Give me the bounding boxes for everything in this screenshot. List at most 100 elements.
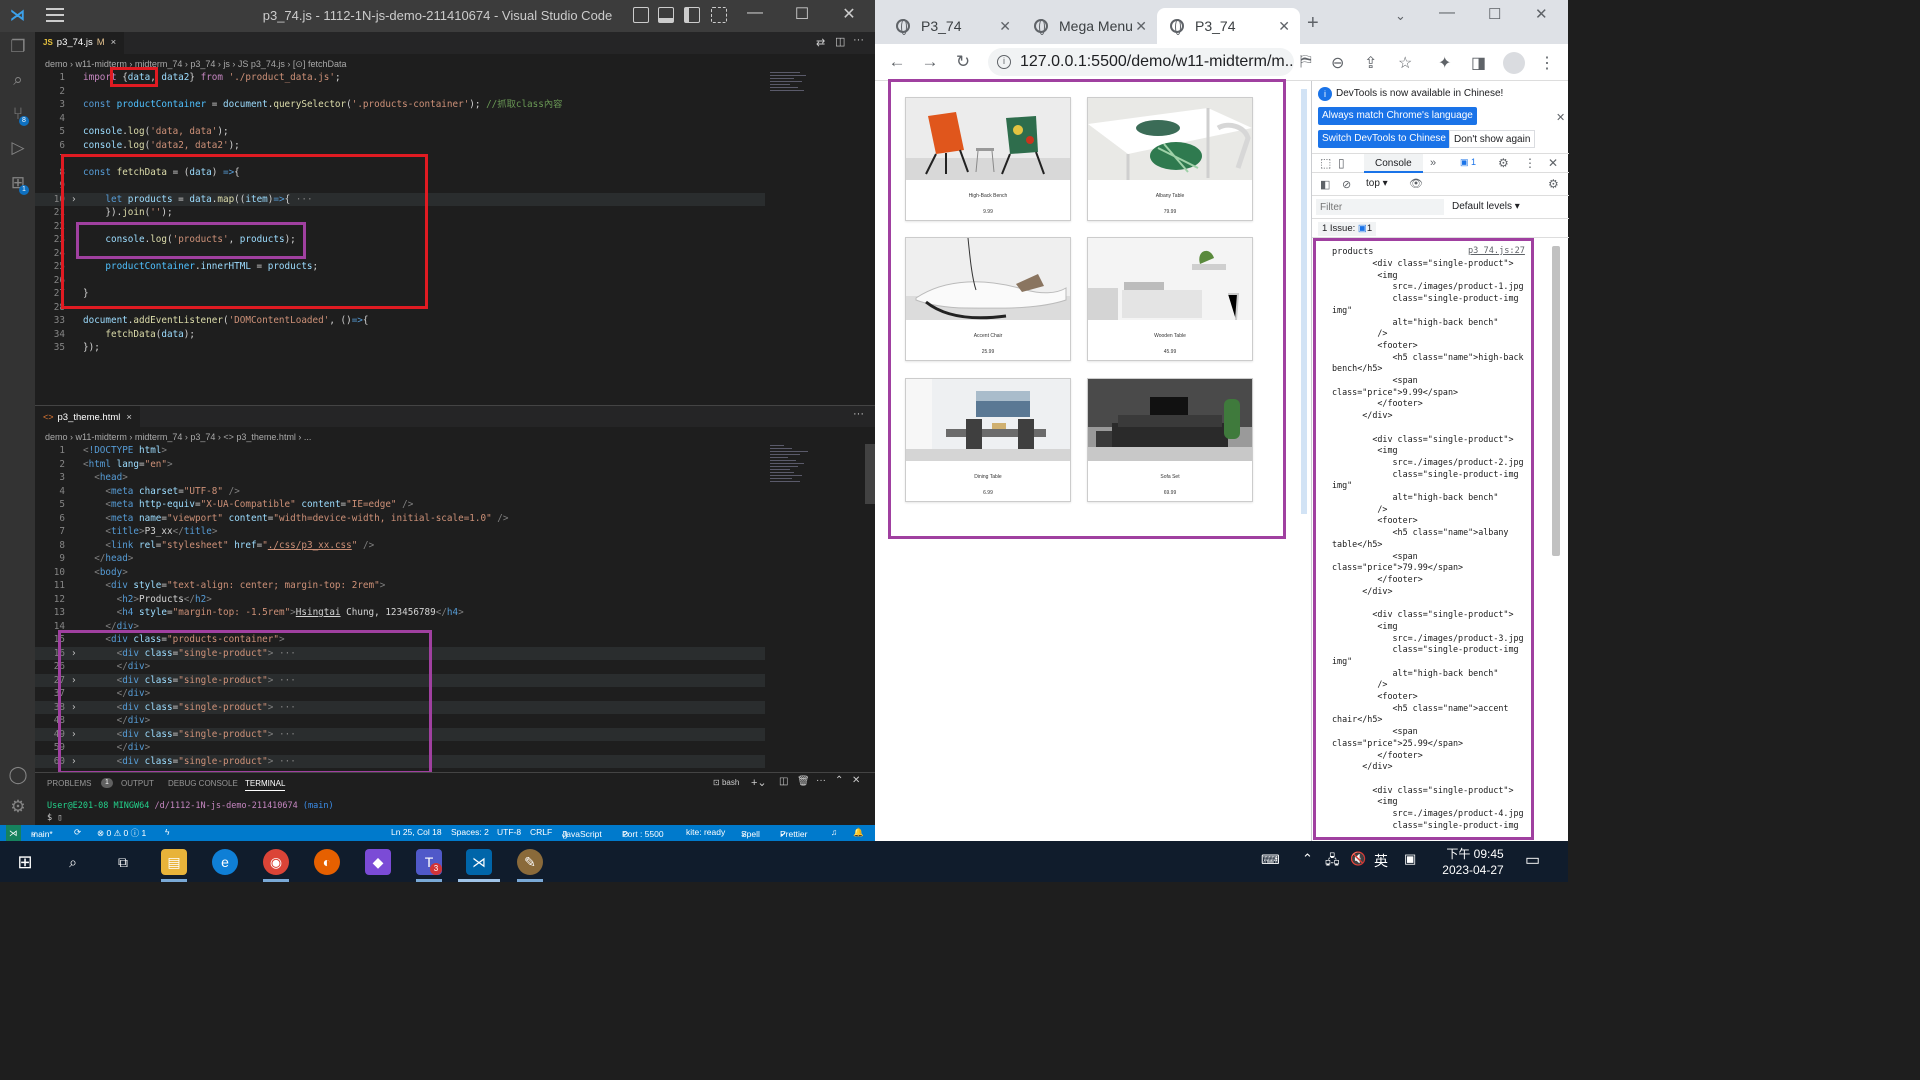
notification-center-icon[interactable]: ▭	[1525, 850, 1540, 870]
menu-icon[interactable]	[46, 8, 64, 22]
code-line[interactable]: 11 <div style="text-align: center; margi…	[35, 579, 765, 593]
vscode-taskbar-icon[interactable]: ⋊	[466, 849, 492, 875]
ime-mode-icon[interactable]: ▣	[1404, 851, 1416, 867]
more-tabs-icon[interactable]: »	[1430, 157, 1436, 169]
back-icon[interactable]: ←	[885, 52, 909, 72]
tab-problems[interactable]: PROBLEMS	[47, 779, 91, 788]
sidebar-toggle-icon[interactable]: ◧	[1320, 178, 1330, 191]
ime-indicator[interactable]: 英	[1374, 851, 1388, 871]
encoding[interactable]: UTF-8	[497, 827, 521, 837]
close-tab-icon[interactable]: ✕	[1278, 8, 1290, 44]
dont-show-again-button[interactable]: Don't show again	[1449, 130, 1536, 148]
switch-to-chinese-button[interactable]: Switch DevTools to Chinese	[1318, 130, 1450, 148]
tab-output[interactable]: OUTPUT	[121, 779, 154, 788]
keyboard-icon[interactable]: ⌨	[1261, 852, 1280, 868]
code-line[interactable]: 5 console.log('data, data');	[35, 125, 765, 139]
close-icon[interactable]: ✕	[1535, 5, 1548, 23]
kite-status[interactable]: kite: ready	[686, 827, 725, 837]
toggle-panel-icon[interactable]	[658, 7, 674, 23]
info-icon[interactable]: i	[997, 55, 1011, 69]
more-actions-icon[interactable]: ···	[816, 775, 826, 786]
address-bar[interactable]: i 127.0.0.1:5500/demo/w11-midterm/m...	[988, 48, 1294, 76]
lightning-icon[interactable]: ϟ	[165, 827, 170, 837]
problems-status[interactable]: ⊗ 0 ⚠ 0 ⓘ 1	[97, 827, 146, 839]
code-line[interactable]: 8 <link rel="stylesheet" href="./css/p3_…	[35, 539, 765, 553]
close-icon[interactable]: ✕	[826, 4, 872, 24]
code-line[interactable]: 6 console.log('data2, data2');	[35, 139, 765, 153]
feedback-icon[interactable]: ♫	[831, 827, 837, 837]
code-line[interactable]: 9 </head>	[35, 552, 765, 566]
tab-p3-74-js[interactable]: JS p3_74.js M ×	[35, 32, 125, 54]
tab-p3-theme-html[interactable]: <> p3_theme.html ×	[35, 406, 140, 428]
task-view-icon[interactable]: ⧉	[110, 849, 136, 875]
close-tab-icon[interactable]: ✕	[999, 8, 1011, 44]
accounts-icon[interactable]: ◯	[8, 765, 28, 785]
run-debug-icon[interactable]: ▷	[8, 138, 28, 158]
console-settings-gear-icon[interactable]: ⚙	[1548, 177, 1559, 191]
bookmark-star-icon[interactable]: ☆	[1398, 53, 1412, 73]
toggle-secondary-sidebar-icon[interactable]	[684, 7, 700, 23]
tab-close-icon[interactable]: ×	[111, 37, 117, 48]
minimap[interactable]	[770, 445, 810, 484]
maximize-icon[interactable]: ☐	[1488, 5, 1501, 23]
cursor-position[interactable]: Ln 25, Col 18	[391, 827, 442, 837]
split-editor-icon[interactable]: ◫	[835, 35, 845, 48]
customize-menu-icon[interactable]: ⋮	[1524, 156, 1536, 170]
code-line[interactable]: 4 <meta charset="UTF-8" />	[35, 485, 765, 499]
clock-date[interactable]: 2023-04-27	[1436, 863, 1510, 877]
close-devtools-icon[interactable]: ✕	[1548, 156, 1558, 170]
minimize-icon[interactable]: —	[1439, 4, 1455, 22]
translate-icon[interactable]: ⛿	[1300, 53, 1312, 71]
code-line[interactable]: 3 const productContainer = document.query…	[35, 98, 765, 112]
browser-tab-3-active[interactable]: P3_74 ✕	[1157, 8, 1300, 44]
remote-icon[interactable]: ⋊	[6, 825, 21, 841]
console-filter-input[interactable]	[1316, 199, 1444, 215]
file-explorer-icon[interactable]: ▤	[161, 849, 187, 875]
breadcrumb[interactable]: demo › w11-midterm › midterm_74 › p3_74 …	[45, 429, 311, 445]
split-terminal-icon[interactable]: ◫	[779, 776, 788, 787]
device-toolbar-icon[interactable]: ▯	[1338, 156, 1345, 170]
close-tab-icon[interactable]: ✕	[1135, 8, 1147, 44]
more-actions-icon[interactable]: ···	[853, 408, 864, 420]
settings-gear-icon[interactable]: ⚙	[1498, 156, 1509, 170]
log-levels-dropdown[interactable]: Default levels ▾	[1452, 201, 1520, 212]
tab-terminal[interactable]: TERMINAL	[245, 779, 286, 791]
code-line[interactable]: 13 <h4 style="margin-top: -1.5rem">Hsing…	[35, 606, 765, 620]
search-icon[interactable]: ⌕	[60, 849, 86, 875]
maximize-icon[interactable]: ☐	[779, 4, 825, 24]
indentation[interactable]: Spaces: 2	[451, 827, 489, 837]
code-line[interactable]: 2 <html lang="en">	[35, 458, 765, 472]
minimize-icon[interactable]: —	[732, 4, 778, 22]
code-line[interactable]: 5 <meta http-equiv="X-UA-Compatible" con…	[35, 498, 765, 512]
minimap[interactable]	[770, 72, 810, 93]
sync-icon[interactable]: ⟳	[74, 827, 81, 838]
browser-tab-2[interactable]: Mega Menu ✕	[1021, 8, 1157, 44]
compare-changes-icon[interactable]: ⇄	[816, 36, 825, 49]
issues-badge[interactable]: ▣ 1	[1460, 157, 1476, 168]
new-terminal-icon[interactable]: +⌄	[751, 776, 767, 789]
share-icon[interactable]: ⇪	[1364, 53, 1377, 73]
maximize-panel-icon[interactable]: ⌃	[835, 775, 843, 786]
breadcrumb[interactable]: demo › w11-midterm › midterm_74 › p3_74 …	[45, 56, 346, 72]
code-line[interactable]: 12 <h2>Products</h2>	[35, 593, 765, 607]
firefox-icon[interactable]: ◐	[314, 849, 340, 875]
close-panel-icon[interactable]: ✕	[852, 775, 860, 786]
code-line[interactable]: 3 <head>	[35, 471, 765, 485]
clear-console-icon[interactable]: ⊘	[1342, 178, 1351, 191]
code-line[interactable]: 7 <title>P3_xx</title>	[35, 525, 765, 539]
end-of-line[interactable]: CRLF	[530, 827, 552, 837]
git-app-icon[interactable]: ◆	[365, 849, 391, 875]
code-line[interactable]: 34 fetchData(data);	[35, 328, 765, 342]
show-hidden-icons-icon[interactable]: ⌃	[1302, 851, 1313, 867]
new-tab-icon[interactable]: +	[1307, 12, 1319, 35]
tab-search-icon[interactable]: ⌄	[1395, 8, 1406, 24]
tab-close-icon[interactable]: ×	[126, 412, 132, 423]
scrollbar[interactable]	[865, 444, 875, 504]
terminal-input-line[interactable]: $ ▯	[47, 813, 62, 823]
clock-time[interactable]: 下午 09:45	[1440, 845, 1510, 862]
close-notice-icon[interactable]: ✕	[1556, 111, 1565, 124]
inspect-element-icon[interactable]: ⬚	[1320, 156, 1331, 170]
profile-avatar-icon[interactable]	[1503, 52, 1525, 74]
paint-icon[interactable]: ✎	[517, 849, 543, 875]
always-match-language-button[interactable]: Always match Chrome's language	[1318, 107, 1477, 125]
